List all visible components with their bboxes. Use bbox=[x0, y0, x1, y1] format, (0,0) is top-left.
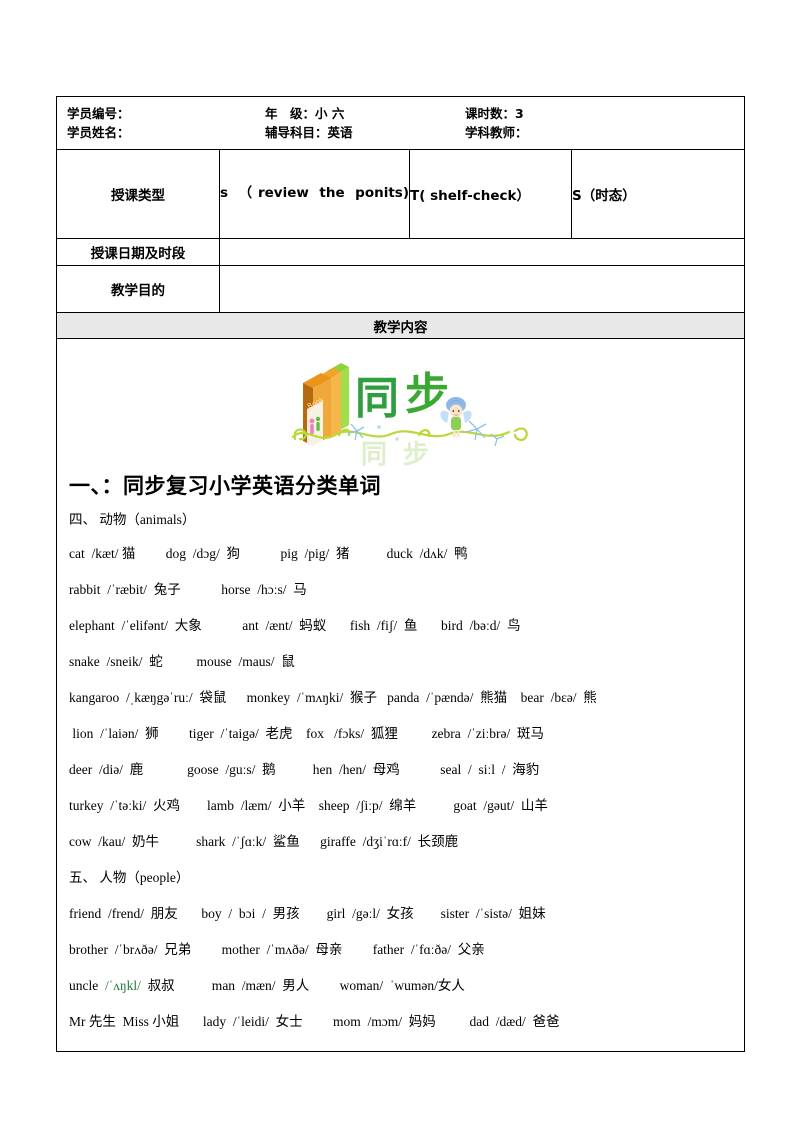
vocab-line: brother /ˈbrʌðə/ 兄弟 mother /ˈmʌðə/ 母亲 fa… bbox=[69, 942, 485, 958]
content-banner-label: 教学内容 bbox=[56, 312, 745, 339]
tongbu-characters: 同 步 bbox=[355, 369, 449, 424]
student-info-line-1: 学员编号： 年 级：小 六 课时数：3 bbox=[57, 104, 744, 123]
student-info-cell: 学员编号： 年 级：小 六 课时数：3 学员姓名： 辅导科目：英语 学科教师： bbox=[56, 96, 745, 150]
lesson-date-label: 授课日期及时段 bbox=[56, 238, 220, 266]
lesson-type-cell-a: s （review the ponits) bbox=[219, 149, 410, 239]
vocab-line: elephant /ˈelifənt/ 大象 ant /ænt/ 蚂蚁 fish… bbox=[69, 617, 521, 633]
student-name-label: 学员姓名： bbox=[67, 125, 130, 140]
teaching-goal-label: 教学目的 bbox=[56, 265, 220, 313]
subject-field: 辅导科目：英语 bbox=[265, 123, 465, 142]
vocab-line: cow /kau/ 奶牛 shark /ˈʃɑːk/ 鲨鱼 giraffe /d… bbox=[69, 833, 459, 849]
lesson-type-label: 授课类型 bbox=[56, 149, 220, 239]
vocab-line: deer /diə/ 鹿 goose /guːs/ 鹅 hen /hen/ 母鸡… bbox=[69, 761, 540, 777]
vocab-line: turkey /ˈtəːki/ 火鸡 lamb /læm/ 小羊 sheep /… bbox=[69, 797, 548, 813]
student-id-label: 学员编号： bbox=[67, 105, 130, 121]
hours-value: 3 bbox=[515, 105, 524, 121]
lesson-date-row: 授课日期及时段 bbox=[56, 238, 745, 266]
vocab-line: rabbit /ˈræbit/ 兔子 horse /hɔːs/ 马 bbox=[69, 581, 307, 597]
vocab-line: friend /frend/ 朋友 boy / bɔi / 男孩 girl /g… bbox=[69, 906, 546, 921]
svg-text:同: 同 bbox=[361, 440, 387, 467]
tongbu-reflection: 同 步 bbox=[361, 439, 429, 467]
tongbu-banner-icon: Book 同 步 同 步 bbox=[291, 363, 528, 467]
section-heading-people: 五、 人物（people） bbox=[69, 869, 190, 885]
grade-field: 年 级：小 六 bbox=[265, 104, 465, 123]
student-info-grid: 学员编号： 年 级：小 六 课时数：3 学员姓名： 辅导科目：英语 学科教师： bbox=[57, 104, 744, 143]
student-info-row: 学员编号： 年 级：小 六 课时数：3 学员姓名： 辅导科目：英语 学科教师： bbox=[56, 96, 745, 150]
lesson-type-cell-b: T( shelf-check） bbox=[409, 149, 572, 239]
hours-field: 课时数：3 bbox=[465, 104, 695, 123]
svg-text:步: 步 bbox=[403, 439, 429, 467]
grade-value: 小 六 bbox=[315, 105, 345, 121]
content-inner: Book 同 步 同 步 一、：同步复习小学英语分类单词 四、 动物（anima… bbox=[57, 339, 744, 1051]
hours-label: 课时数： bbox=[465, 105, 516, 121]
document-page: 学员编号： 年 级：小 六 课时数：3 学员姓名： 辅导科目：英语 学科教师： … bbox=[0, 0, 800, 1132]
section-heading-animals: 四、 动物（animals） bbox=[69, 512, 196, 528]
vocab-line: cat /kæt/ 猫 dog /dɔg/ 狗 pig /pig/ 猪 duck… bbox=[69, 545, 468, 561]
svg-text:同: 同 bbox=[355, 373, 399, 424]
subject-value: 英语 bbox=[327, 125, 353, 140]
decorative-banner-wrap: Book 同 步 同 步 bbox=[63, 347, 738, 469]
vocab-line: snake /sneik/ 蛇 mouse /maus/ 鼠 bbox=[69, 653, 295, 669]
teaching-goal-value[interactable] bbox=[219, 265, 745, 313]
content-body-cell: Book 同 步 同 步 一、：同步复习小学英语分类单词 四、 动物（anima… bbox=[56, 337, 745, 1053]
content-body-row: Book 同 步 同 步 一、：同步复习小学英语分类单词 四、 动物（anima… bbox=[56, 337, 745, 1053]
student-info-line-2: 学员姓名： 辅导科目：英语 学科教师： bbox=[57, 123, 744, 142]
vocab-line-uncle: uncle /ˈʌŋkl/ 叔叔 man /mæn/ 男人 woman/ ˈwu… bbox=[69, 978, 465, 994]
subject-label: 辅导科目： bbox=[265, 125, 328, 140]
lesson-type-cell-c: S（时态） bbox=[571, 149, 745, 239]
lesson-type-row: 授课类型 s （review the ponits) T( shelf-chec… bbox=[56, 149, 745, 239]
teaching-goal-row: 教学目的 bbox=[56, 265, 745, 313]
lesson-header-table: 学员编号： 年 级：小 六 课时数：3 学员姓名： 辅导科目：英语 学科教师： … bbox=[56, 96, 745, 1053]
uncle-phonetic-green: /ˈʌŋkl/ bbox=[105, 978, 141, 994]
vocab-line: Mr 先生 Miss 小姐 lady /ˈleidi/ 女士 mom /mɔm/… bbox=[69, 1014, 560, 1030]
vocab-line: kangaroo /ˌkæŋgəˈruː/ 袋鼠 monkey /ˈmʌŋki/… bbox=[69, 689, 597, 705]
page-title: 一、：同步复习小学英语分类单词 bbox=[69, 474, 381, 498]
lesson-date-value[interactable] bbox=[219, 238, 745, 266]
grade-label: 年 级： bbox=[265, 105, 316, 121]
teacher-label: 学科教师： bbox=[465, 125, 528, 140]
vocab-line: lion /ˈlaiən/ 狮 tiger /ˈtaigə/ 老虎 fox /f… bbox=[69, 725, 545, 741]
content-banner-row: 教学内容 bbox=[56, 312, 745, 339]
